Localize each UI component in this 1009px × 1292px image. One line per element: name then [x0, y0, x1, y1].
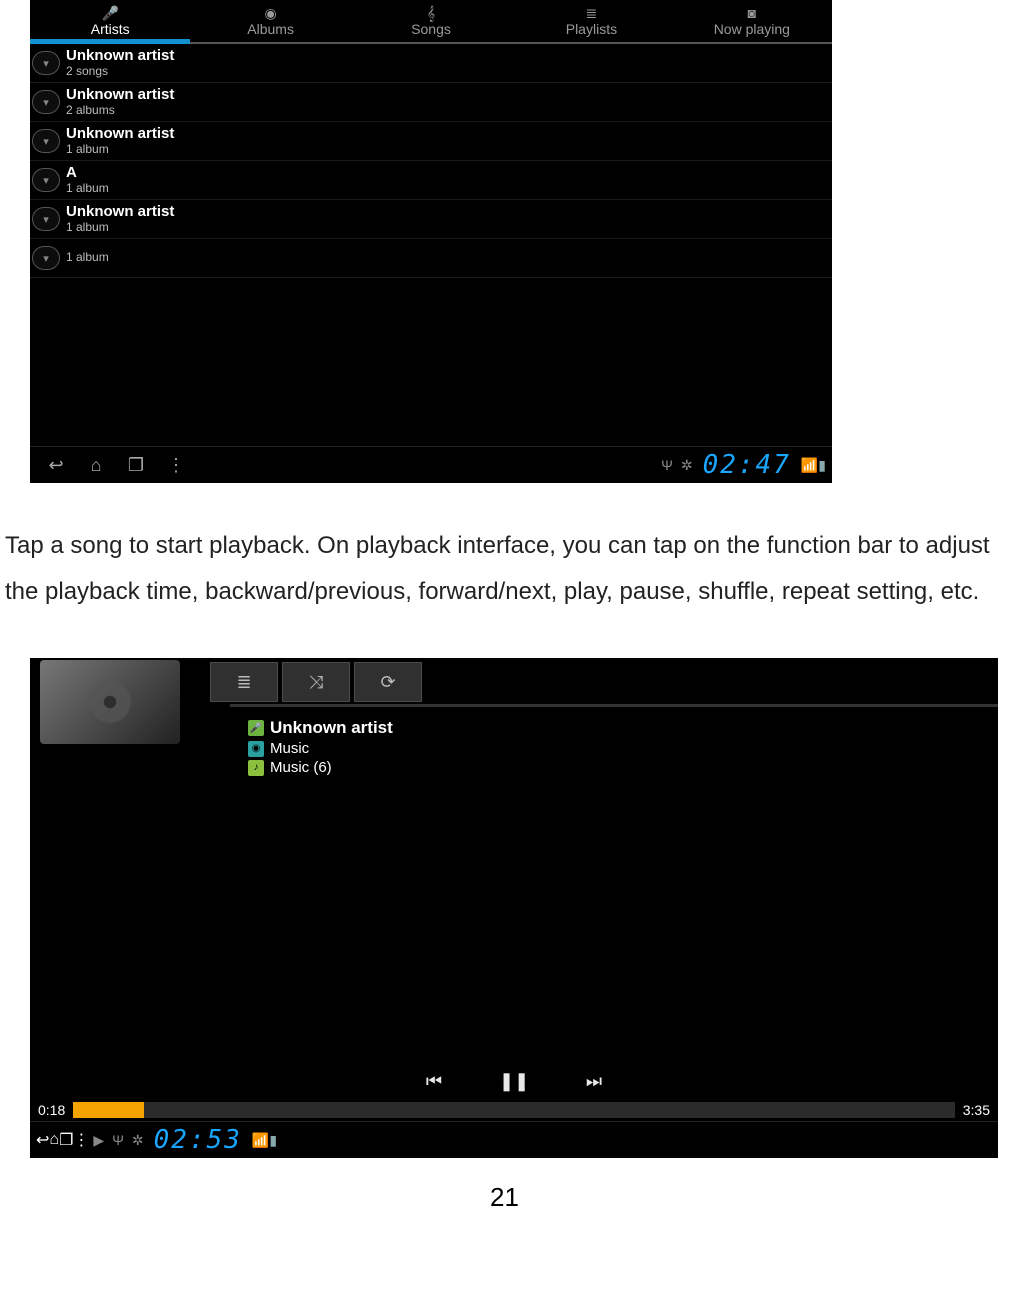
expand-icon[interactable]: ▾ — [32, 90, 60, 114]
back-button[interactable]: ↩ — [36, 1130, 49, 1150]
tab-label: Now playing — [714, 21, 790, 37]
tab-playlists[interactable]: ≣ Playlists — [511, 0, 671, 42]
seek-fill — [73, 1102, 144, 1118]
track-metadata: 🎤 Unknown artist ◉ Music ♪ Music (6) — [248, 716, 393, 778]
artist-name: Unknown artist — [66, 125, 174, 142]
divider — [230, 704, 998, 707]
nowplaying-icon: ◙ — [748, 6, 756, 20]
repeat-button[interactable]: ⟳ — [354, 662, 422, 702]
debug-icon: ✲ — [128, 1132, 148, 1149]
previous-button[interactable]: ⏮ — [419, 1071, 449, 1092]
home-button[interactable]: ⌂ — [49, 1131, 59, 1149]
expand-icon[interactable]: ▾ — [32, 168, 60, 192]
player-artist: Unknown artist — [270, 718, 393, 738]
artist-subtitle: 1 album — [66, 221, 174, 235]
screenshot-artist-list: 🎤 Artists ◉ Albums 𝄞 Songs ≣ Playlists ◙ — [30, 0, 832, 483]
statusbar-clock: 02:53 — [148, 1125, 248, 1155]
time-elapsed: 0:18 — [38, 1102, 65, 1118]
artist-subtitle: 2 songs — [66, 65, 174, 79]
list-icon: ≣ — [586, 6, 598, 20]
recent-apps-button[interactable]: ❐ — [59, 1130, 73, 1150]
album-art[interactable] — [40, 660, 180, 744]
system-navbar: ↩ ⌂ ❐ ⋮ Ψ ✲ 02:47 📶▮ — [30, 446, 832, 483]
shuffle-icon: ⤨ — [309, 672, 323, 693]
artist-subtitle: 1 album — [66, 251, 109, 265]
artist-subtitle: 2 albums — [66, 104, 174, 118]
usb-icon: Ψ — [657, 457, 677, 473]
music-tabbar: 🎤 Artists ◉ Albums 𝄞 Songs ≣ Playlists ◙ — [30, 0, 832, 44]
tab-albums[interactable]: ◉ Albums — [190, 0, 350, 42]
artist-subtitle: 1 album — [66, 182, 109, 196]
menu-button[interactable]: ⋮ — [156, 455, 196, 476]
shuffle-button[interactable]: ⤨ — [282, 662, 350, 702]
mic-icon: 🎤 — [101, 6, 118, 20]
expand-icon[interactable]: ▾ — [32, 129, 60, 153]
tab-label: Albums — [247, 21, 294, 37]
tab-artists[interactable]: 🎤 Artists — [30, 0, 190, 42]
tab-songs[interactable]: 𝄞 Songs — [351, 0, 511, 42]
player-track: Music (6) — [270, 759, 332, 776]
transport-controls: ⏮ ❚❚ ⏭ — [30, 1068, 998, 1094]
recent-apps-button[interactable]: ❐ — [116, 455, 156, 476]
artist-row[interactable]: ▾ Unknown artist 1 album — [30, 200, 832, 239]
statusbar-clock: 02:47 — [697, 450, 797, 480]
artist-row[interactable]: ▾ 1 album — [30, 239, 832, 278]
track-badge-icon: ♪ — [248, 760, 264, 776]
page-number: 21 — [0, 1158, 1009, 1213]
queue-icon: ≣ — [236, 672, 251, 693]
seek-bar[interactable] — [73, 1102, 955, 1118]
next-button[interactable]: ⏭ — [579, 1071, 609, 1092]
artist-list: ▾ Unknown artist 2 songs ▾ Unknown artis… — [30, 44, 832, 278]
tab-label: Songs — [411, 21, 451, 37]
artist-row[interactable]: ▾ Unknown artist 2 albums — [30, 83, 832, 122]
instruction-paragraph: Tap a song to start playback. On playbac… — [0, 523, 1009, 634]
tab-label: Artists — [91, 21, 130, 37]
wifi-icon: 📶▮ — [248, 1132, 277, 1149]
player-album: Music — [270, 740, 309, 757]
album-badge-icon: ◉ — [248, 741, 264, 757]
menu-button[interactable]: ⋮ — [73, 1130, 89, 1150]
artist-row[interactable]: ▾ A 1 album — [30, 161, 832, 200]
expand-icon[interactable]: ▾ — [32, 51, 60, 75]
artist-row[interactable]: ▾ Unknown artist 2 songs — [30, 44, 832, 83]
tab-label: Playlists — [566, 21, 617, 37]
repeat-icon: ⟳ — [380, 672, 395, 693]
artist-badge-icon: 🎤 — [248, 720, 264, 736]
pause-button[interactable]: ❚❚ — [499, 1071, 529, 1092]
wifi-icon: 📶▮ — [797, 457, 826, 474]
artist-subtitle: 1 album — [66, 143, 174, 157]
note-icon: 𝄞 — [427, 6, 435, 20]
queue-button[interactable]: ≣ — [210, 662, 278, 702]
artist-row[interactable]: ▾ Unknown artist 1 album — [30, 122, 832, 161]
tab-now-playing[interactable]: ◙ Now playing — [672, 0, 832, 42]
expand-icon[interactable]: ▾ — [32, 246, 60, 270]
expand-icon[interactable]: ▾ — [32, 207, 60, 231]
artist-name: Unknown artist — [66, 86, 174, 103]
system-navbar: ↩ ⌂ ❐ ⋮ ▶ Ψ ✲ 02:53 📶▮ — [30, 1121, 998, 1158]
artist-name: Unknown artist — [66, 47, 174, 64]
back-button[interactable]: ↩ — [36, 455, 76, 476]
artist-name: A — [66, 164, 109, 181]
screenshot-player: ≣ ⤨ ⟳ 🎤 Unknown artist ◉ Music ♪ Music (… — [30, 658, 998, 1158]
disc-icon: ◉ — [265, 6, 277, 20]
home-button[interactable]: ⌂ — [76, 455, 116, 476]
usb-icon: Ψ — [108, 1132, 128, 1148]
time-total: 3:35 — [963, 1102, 990, 1118]
artist-name: Unknown artist — [66, 203, 174, 220]
debug-icon: ✲ — [677, 457, 697, 474]
seek-bar-row: 0:18 3:35 — [38, 1102, 990, 1118]
play-indicator-icon: ▶ — [89, 1132, 108, 1149]
